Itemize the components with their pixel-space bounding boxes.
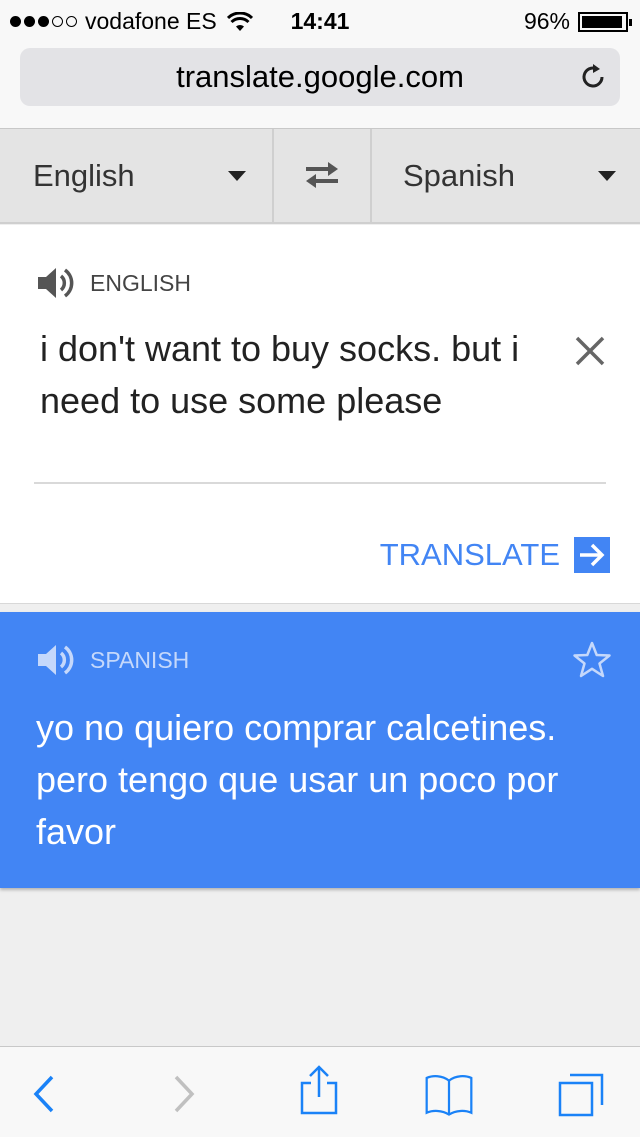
translation-card-header: SPANISH	[36, 642, 189, 678]
arrow-right-icon	[574, 537, 610, 573]
target-language-select[interactable]: Spanish	[370, 129, 640, 222]
chevron-right-icon[interactable]	[160, 1069, 210, 1119]
source-language-heading: ENGLISH	[90, 269, 191, 296]
input-underline	[34, 482, 606, 484]
source-card: ENGLISH i don't want to buy socks. but i…	[0, 225, 640, 604]
address-bar[interactable]: translate.google.com	[20, 48, 620, 106]
share-icon[interactable]	[294, 1065, 344, 1115]
translated-text: yo no quiero comprar calcetines. pero te…	[36, 707, 559, 852]
star-icon[interactable]	[572, 640, 612, 680]
status-bar: vodafone ES 14:41 96%	[0, 0, 640, 40]
book-icon[interactable]	[424, 1069, 474, 1119]
speaker-icon[interactable]	[36, 642, 76, 678]
source-card-header: ENGLISH	[36, 265, 191, 301]
tabs-icon[interactable]	[556, 1069, 606, 1119]
target-language-label: Spanish	[403, 158, 516, 193]
browser-chrome: translate.google.com	[0, 40, 640, 129]
swap-languages-button[interactable]	[272, 129, 372, 222]
translate-button-label: TRANSLATE	[379, 537, 560, 572]
translate-button[interactable]: TRANSLATE	[380, 537, 610, 573]
reload-icon[interactable]	[578, 62, 608, 92]
target-language-heading: SPANISH	[90, 646, 190, 673]
battery-status: 96%	[523, 8, 632, 35]
battery-icon	[578, 11, 632, 32]
swap-languages-icon	[306, 162, 338, 188]
close-icon[interactable]	[572, 333, 608, 369]
source-language-label: English	[33, 158, 135, 193]
source-language-select[interactable]: English	[0, 129, 270, 222]
chevron-left-icon[interactable]	[22, 1069, 72, 1119]
chevron-down-icon	[228, 171, 246, 181]
battery-percent: 96%	[523, 8, 570, 34]
speaker-icon[interactable]	[36, 265, 76, 301]
chevron-down-icon	[598, 171, 616, 181]
translation-card: SPANISH yo no quiero comprar calcetines.…	[0, 612, 640, 888]
source-text-input[interactable]: i don't want to buy socks. but i need to…	[40, 323, 540, 427]
url-text: translate.google.com	[176, 59, 464, 94]
language-bar: English Spanish	[0, 129, 640, 224]
browser-toolbar	[0, 1046, 640, 1137]
